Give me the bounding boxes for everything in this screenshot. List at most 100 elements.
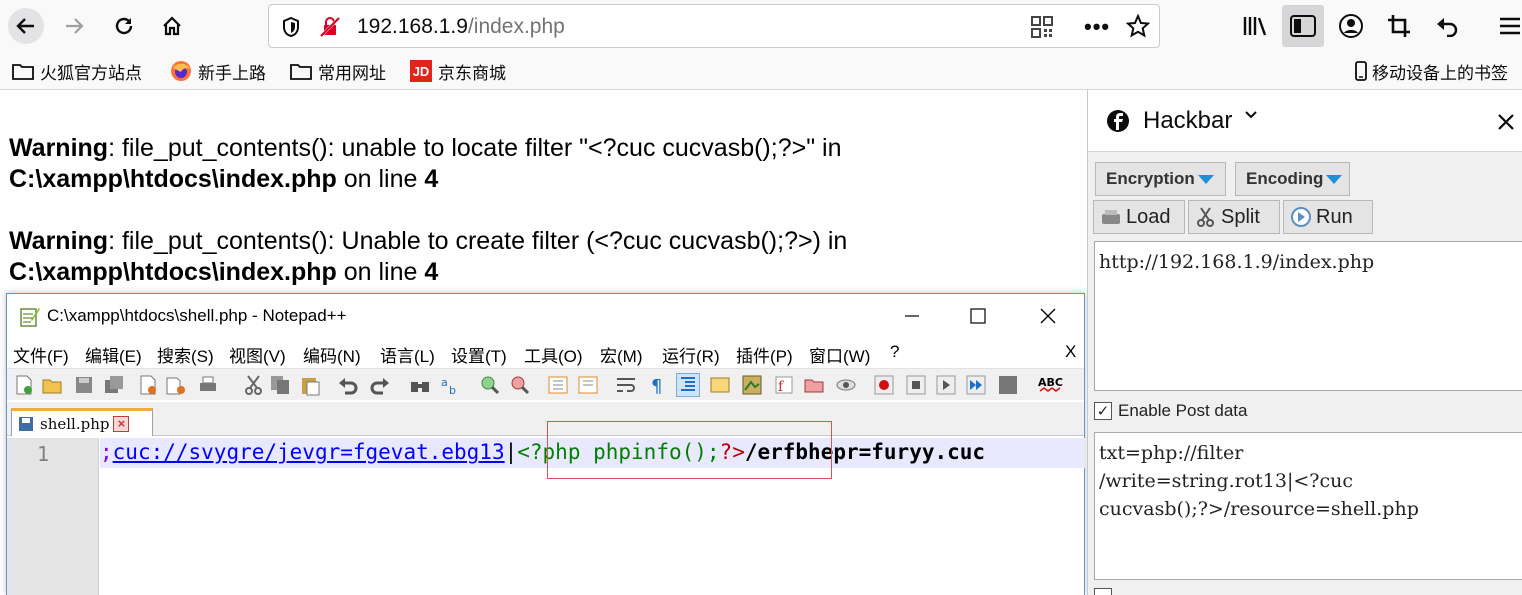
print-icon[interactable]	[197, 374, 219, 396]
url-textarea[interactable]: http://192.168.1.9/index.php	[1094, 241, 1522, 391]
language-icon[interactable]	[709, 374, 731, 396]
bookmark-item[interactable]: 新手上路	[170, 59, 266, 83]
redo-icon[interactable]	[369, 374, 391, 396]
stop-macro-icon[interactable]	[905, 374, 927, 396]
shield-icon[interactable]	[281, 16, 301, 38]
bookmark-item[interactable]: 常用网址	[290, 59, 386, 83]
sync-horizontal-icon[interactable]	[577, 374, 599, 396]
notepad-window[interactable]: C:\xampp\htdocs\shell.php - Notepad++ 文件…	[6, 293, 1085, 595]
undo-close-icon[interactable]	[1433, 12, 1461, 40]
dropdown-arrow-icon	[1197, 174, 1214, 184]
url-text[interactable]: 192.168.1.9/index.php	[357, 15, 565, 39]
copy-icon[interactable]	[269, 374, 291, 396]
menu-macro[interactable]: 宏(M)	[600, 342, 642, 367]
warning-message: Warning: file_put_contents(): Unable to …	[9, 226, 1069, 288]
menu-edit[interactable]: 编辑(E)	[85, 342, 142, 367]
spell-check-icon[interactable]: ABC	[1037, 374, 1065, 396]
sync-vertical-icon[interactable]	[547, 374, 569, 396]
insecure-lock-icon[interactable]	[319, 16, 341, 38]
bookmark-item[interactable]: 火狐官方站点	[12, 59, 142, 83]
save-all-icon[interactable]	[103, 374, 125, 396]
maximize-button[interactable]	[955, 302, 1001, 330]
zoom-out-icon[interactable]	[509, 374, 531, 396]
menu-hamburger-icon[interactable]	[1496, 12, 1522, 40]
qr-code-icon[interactable]	[1031, 16, 1053, 38]
menu-run[interactable]: 运行(R)	[662, 342, 720, 367]
load-label: Load	[1126, 205, 1171, 228]
warning-line-number: 4	[424, 165, 439, 193]
run-button[interactable]: Run	[1283, 200, 1373, 234]
tab-shell-php[interactable]: shell.php ×	[11, 408, 153, 436]
doc-map-icon[interactable]	[741, 374, 763, 396]
play-macro-icon[interactable]	[935, 374, 957, 396]
menu-file[interactable]: 文件(F)	[13, 342, 69, 367]
zoom-in-icon[interactable]	[479, 374, 501, 396]
code-editor[interactable]: 1 ;cuc://svygre/jevgr=fgevat.ebg13|<?php…	[7, 438, 1085, 595]
open-file-icon[interactable]	[41, 374, 63, 396]
account-icon[interactable]	[1337, 12, 1365, 40]
menu-language[interactable]: 语言(L)	[380, 342, 435, 367]
new-file-icon[interactable]	[13, 374, 35, 396]
library-icon[interactable]	[1241, 12, 1269, 40]
cut-icon[interactable]	[243, 374, 265, 396]
menu-plugins[interactable]: 插件(P)	[736, 342, 793, 367]
menu-settings[interactable]: 设置(T)	[451, 342, 507, 367]
menu-encoding[interactable]: 编码(N)	[303, 342, 361, 367]
save-macro-icon[interactable]	[997, 374, 1019, 396]
chevron-down-icon[interactable]	[1244, 110, 1258, 120]
line-number: 1	[37, 442, 50, 466]
close-file-icon[interactable]	[137, 374, 159, 396]
load-button[interactable]: Load	[1093, 200, 1185, 234]
mobile-bookmarks[interactable]: 移动设备上的书签	[1354, 59, 1508, 83]
record-macro-icon[interactable]	[873, 374, 895, 396]
menu-search[interactable]: 搜索(S)	[157, 342, 214, 367]
notepad-titlebar[interactable]: C:\xampp\htdocs\shell.php - Notepad++	[7, 294, 1084, 338]
encoding-dropdown[interactable]: Encoding	[1235, 162, 1350, 196]
hackbar-title[interactable]: Hackbar	[1143, 107, 1232, 135]
close-window-button[interactable]	[1025, 302, 1071, 330]
split-button[interactable]: Split	[1188, 200, 1280, 234]
menu-help[interactable]: ?	[890, 342, 899, 362]
bookmark-star-icon[interactable]	[1126, 14, 1150, 38]
find-icon[interactable]	[409, 374, 431, 396]
enable-post-toggle[interactable]: ✓ Enable Post data	[1094, 401, 1247, 421]
page-actions-icon[interactable]: •••	[1084, 14, 1110, 40]
checkbox-checked-icon[interactable]: ✓	[1094, 402, 1112, 420]
run-macro-multiple-icon[interactable]	[965, 374, 987, 396]
indent-guide-icon[interactable]	[676, 373, 700, 397]
sidebar-icon	[1290, 15, 1316, 37]
close-icon[interactable]	[1496, 112, 1516, 132]
post-data-textarea[interactable]: txt=php://filter /write=string.rot13|<?c…	[1094, 432, 1522, 580]
bookmark-label: 新手上路	[198, 63, 266, 83]
forward-button[interactable]	[56, 8, 92, 44]
folder-workspace-icon[interactable]	[803, 374, 825, 396]
referrer-checkbox[interactable]	[1094, 588, 1112, 595]
save-icon[interactable]	[73, 374, 95, 396]
monitoring-eye-icon[interactable]	[835, 374, 857, 396]
highlight-box	[547, 421, 832, 479]
show-all-chars-icon[interactable]: ¶	[647, 374, 669, 396]
tab-close-icon[interactable]: ×	[113, 415, 130, 432]
minimize-button[interactable]	[889, 302, 935, 330]
warning-on-line: on line	[336, 165, 425, 193]
reload-button[interactable]	[106, 8, 142, 44]
replace-icon[interactable]: ab	[439, 374, 461, 396]
screenshot-crop-icon[interactable]	[1385, 12, 1413, 40]
menu-tools[interactable]: 工具(O)	[524, 342, 583, 367]
bookmark-item[interactable]: JD 京东商城	[410, 59, 506, 83]
encryption-dropdown[interactable]: Encryption	[1095, 162, 1226, 196]
function-list-icon[interactable]: f	[773, 374, 795, 396]
word-wrap-icon[interactable]	[615, 374, 637, 396]
url-bar[interactable]: 192.168.1.9/index.php •••	[268, 4, 1160, 48]
code-line[interactable]: ;cuc://svygre/jevgr=fgevat.ebg13|<?php p…	[100, 440, 985, 464]
menu-window[interactable]: 窗口(W)	[809, 342, 870, 367]
menu-view[interactable]: 视图(V)	[229, 342, 286, 367]
paste-icon[interactable]	[299, 374, 321, 396]
back-button[interactable]	[8, 8, 44, 44]
undo-icon[interactable]	[337, 374, 359, 396]
home-button[interactable]	[154, 8, 190, 44]
close-all-icon[interactable]	[165, 374, 187, 396]
sidebar-toggle-button[interactable]	[1282, 5, 1324, 47]
code-link[interactable]: cuc://svygre/jevgr=fgevat.ebg13	[113, 440, 505, 464]
menu-close-doc[interactable]: X	[1065, 342, 1076, 362]
